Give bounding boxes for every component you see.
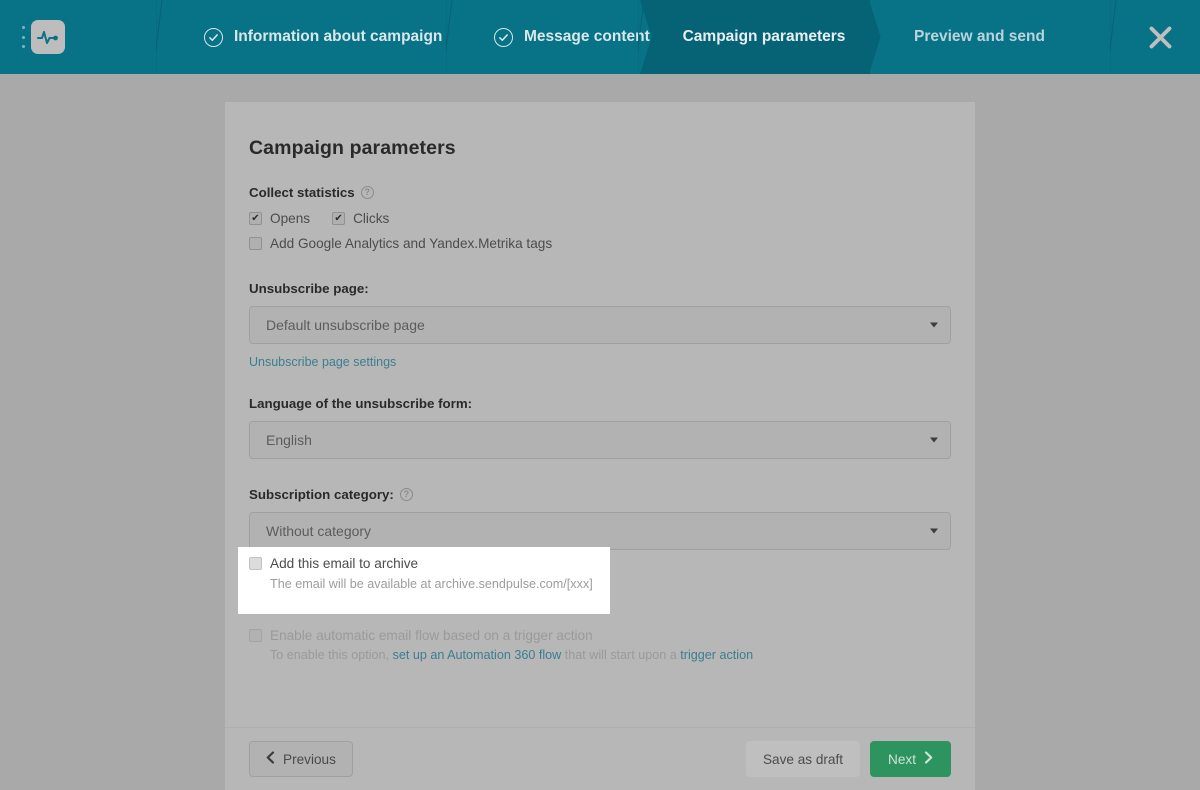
next-button[interactable]: Next: [870, 741, 951, 777]
page-title: Campaign parameters: [249, 137, 951, 160]
chevron-down-icon: [930, 438, 938, 443]
checkbox-analytics-tags-box[interactable]: [249, 237, 262, 250]
checkbox-opens-box[interactable]: [249, 212, 262, 225]
tab-separator: [446, 0, 468, 74]
previous-button[interactable]: Previous: [249, 741, 353, 777]
trigger-action-link[interactable]: trigger action: [680, 648, 753, 662]
unsubscribe-page-label-text: Unsubscribe page:: [249, 281, 369, 296]
checkbox-clicks-label: Clicks: [353, 211, 389, 226]
checkbox-trigger-flow-label: Enable automatic email flow based on a t…: [270, 628, 593, 643]
unsubscribe-page-label: Unsubscribe page:: [249, 281, 951, 296]
unsubscribe-page-select[interactable]: Default unsubscribe page: [249, 306, 951, 344]
unsubscribe-page-value: Default unsubscribe page: [266, 317, 425, 333]
subscription-category-label: Subscription category: ?: [249, 487, 951, 502]
check-circle-icon: [204, 28, 223, 47]
tab-separator: [1110, 0, 1132, 74]
save-as-draft-label: Save as draft: [763, 752, 843, 767]
save-as-draft-button[interactable]: Save as draft: [746, 741, 860, 777]
question-mark-icon[interactable]: ?: [400, 488, 413, 501]
close-icon[interactable]: [1140, 17, 1180, 57]
tab-campaign-parameters[interactable]: Campaign parameters: [658, 0, 870, 74]
panel-footer: Previous Save as draft Next: [225, 728, 975, 790]
checkbox-opens-label: Opens: [270, 211, 310, 226]
chevron-left-icon: [266, 751, 275, 767]
automation-360-flow-link[interactable]: set up an Automation 360 flow: [393, 648, 562, 662]
checkbox-trigger-flow-box[interactable]: [249, 629, 262, 642]
subscription-category-value: Without category: [266, 523, 371, 539]
language-label-text: Language of the unsubscribe form:: [249, 396, 472, 411]
trigger-flow-hint-prefix: To enable this option,: [270, 648, 393, 662]
archive-hint: The email will be available at archive.s…: [270, 577, 610, 591]
campaign-parameters-panel: Campaign parameters Collect statistics ?…: [225, 102, 975, 790]
question-mark-icon[interactable]: ?: [361, 186, 374, 199]
tab-separator: [156, 0, 178, 74]
checkbox-clicks[interactable]: Clicks: [332, 211, 389, 226]
checkbox-analytics-tags[interactable]: Add Google Analytics and Yandex.Metrika …: [249, 236, 951, 251]
tab-label: Message content: [524, 28, 650, 46]
chevron-right-icon: [924, 751, 933, 767]
check-circle-icon: [494, 28, 513, 47]
tab-label: Information about campaign: [234, 28, 442, 46]
subscription-category-select[interactable]: Without category: [249, 512, 951, 550]
app-logo-area[interactable]: [18, 14, 65, 60]
tab-information-about-campaign[interactable]: Information about campaign: [178, 0, 468, 74]
checkbox-add-to-archive-box[interactable]: [249, 557, 262, 570]
language-select[interactable]: English: [249, 421, 951, 459]
chevron-down-icon: [930, 529, 938, 534]
tab-preview-and-send[interactable]: Preview and send: [888, 0, 1071, 74]
checkbox-add-to-archive-label: Add this email to archive: [270, 556, 418, 571]
top-navigation-bar: Information about campaign Message conte…: [0, 0, 1200, 74]
checkbox-opens[interactable]: Opens: [249, 211, 310, 226]
checkbox-add-to-archive[interactable]: Add this email to archive: [249, 556, 610, 571]
previous-button-label: Previous: [283, 752, 336, 767]
collect-statistics-label-text: Collect statistics: [249, 185, 355, 200]
unsubscribe-page-settings-link[interactable]: Unsubscribe page settings: [249, 355, 396, 369]
next-button-label: Next: [888, 752, 916, 767]
checkbox-trigger-flow[interactable]: Enable automatic email flow based on a t…: [249, 628, 951, 643]
language-value: English: [266, 432, 312, 448]
trigger-flow-hint-middle: that will start upon a: [561, 648, 680, 662]
language-label: Language of the unsubscribe form:: [249, 396, 951, 411]
wizard-tabs: Information about campaign Message conte…: [138, 0, 1200, 74]
tab-label: Campaign parameters: [683, 28, 846, 46]
checkbox-analytics-tags-label: Add Google Analytics and Yandex.Metrika …: [270, 236, 552, 251]
archive-highlight-block: Add this email to archive The email will…: [238, 547, 610, 614]
trigger-flow-hint: To enable this option, set up an Automat…: [270, 648, 951, 662]
activity-pulse-icon[interactable]: [31, 20, 65, 54]
vertical-dots-icon[interactable]: [18, 26, 28, 48]
collect-statistics-label: Collect statistics ?: [249, 185, 951, 200]
chevron-down-icon: [930, 323, 938, 328]
subscription-category-label-text: Subscription category:: [249, 487, 394, 502]
tab-label: Preview and send: [914, 28, 1045, 46]
checkbox-clicks-box[interactable]: [332, 212, 345, 225]
